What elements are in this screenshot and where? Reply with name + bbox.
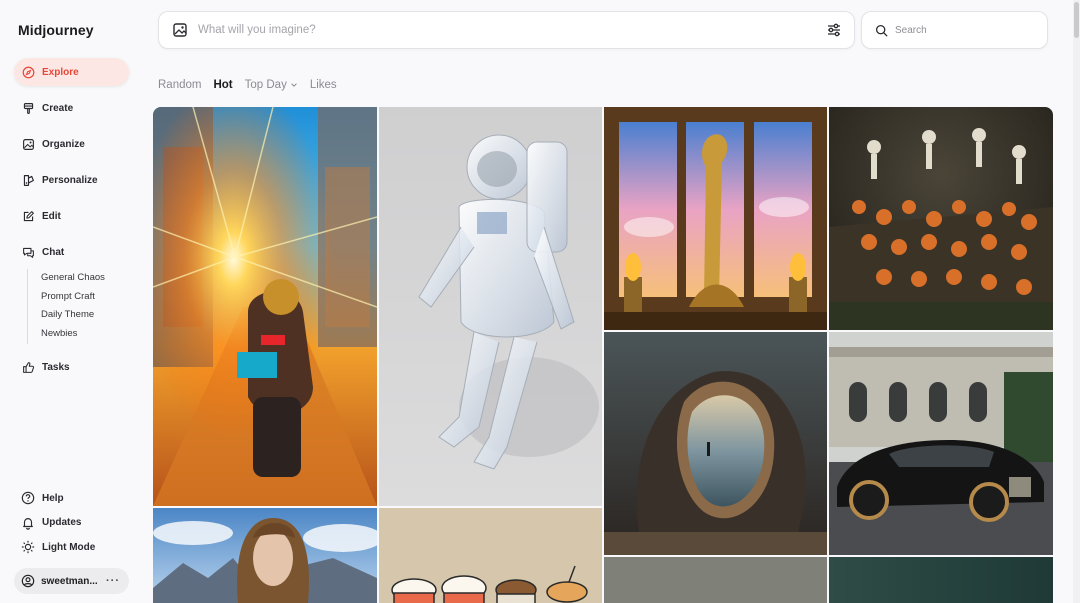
more-options-icon[interactable]: ··· [106,575,120,587]
nav-personalize[interactable]: Personalize [14,166,129,194]
nav-label: Explore [42,66,79,78]
sidebar-bottom: Help Updates Light Mode [14,486,129,560]
nav-label: Organize [42,138,85,150]
nav-edit[interactable]: Edit [14,202,129,230]
nav-label: Chat [42,246,65,258]
tab-likes[interactable]: Likes [310,79,337,91]
sun-icon [20,540,35,555]
page-scrollbar[interactable] [1073,0,1080,603]
personalize-icon [21,173,35,187]
nav-organize[interactable]: Organize [14,130,129,158]
user-avatar-icon [21,574,35,588]
brush-icon [21,101,35,115]
username: sweetman... [41,575,98,587]
sidebar: Midjourney Explore Create Organize Perso… [0,0,145,603]
gallery-image-portrait[interactable] [153,508,377,603]
compass-icon [21,65,35,79]
help-label: Help [42,492,64,504]
bell-icon [20,515,35,530]
tasks-section: Tasks [14,353,129,389]
search-box[interactable] [861,11,1048,49]
chat-rooms: General Chaos Prompt Craft Daily Theme N… [27,269,105,344]
imagine-input[interactable] [198,24,798,36]
gallery-image-skeletons[interactable] [829,107,1053,330]
image-upload-icon[interactable] [172,22,188,38]
search-icon [875,24,888,37]
thumbs-up-icon [21,360,35,374]
nav-create[interactable]: Create [14,94,129,122]
gallery-image-head-portal[interactable] [604,332,827,555]
gallery-image-dragon[interactable] [604,107,827,330]
tab-hot[interactable]: Hot [213,79,232,91]
light-mode-label: Light Mode [42,541,96,553]
gallery-image-luxury-car[interactable] [829,332,1053,555]
tab-top-day-label: Top Day [244,79,287,91]
chat-room-prompt-craft[interactable]: Prompt Craft [41,288,105,307]
settings-sliders-icon[interactable] [826,22,842,38]
chat-room-general-chaos[interactable]: General Chaos [41,269,105,288]
gallery-image-stone[interactable] [604,557,827,603]
updates-label: Updates [42,517,82,529]
explore-tabs: Random Hot Top Day Likes [158,79,349,91]
gallery-image-cupcakes[interactable] [379,508,602,603]
nav-chat[interactable]: Chat [14,238,129,266]
chat-icon [21,245,35,259]
app-root: Midjourney Explore Create Organize Perso… [0,0,1080,603]
nav-explore[interactable]: Explore [14,58,129,86]
image-icon [21,137,35,151]
chat-room-daily-theme[interactable]: Daily Theme [41,306,105,325]
image-gallery [153,107,1053,603]
chevron-down-icon [291,83,297,87]
nav-label: Personalize [42,174,98,186]
search-input[interactable] [895,24,1035,36]
nav-label: Edit [42,210,61,222]
nav-label: Create [42,102,74,114]
scrollbar-thumb[interactable] [1074,2,1079,38]
chat-room-newbies[interactable]: Newbies [41,325,105,344]
main-nav: Explore Create Organize Personalize Edit… [14,58,129,274]
updates-link[interactable]: Updates [14,511,129,536]
gallery-image-water[interactable] [829,557,1053,603]
brand-logo[interactable]: Midjourney [18,22,94,38]
user-profile[interactable]: sweetman... ··· [14,568,129,594]
edit-icon [21,209,35,223]
help-icon [20,491,35,506]
tab-random[interactable]: Random [158,79,201,91]
gallery-image-motorcycle[interactable] [153,107,377,506]
tab-top-day[interactable]: Top Day [245,79,298,91]
light-mode-toggle[interactable]: Light Mode [14,535,129,560]
help-link[interactable]: Help [14,486,129,511]
gallery-image-astronaut[interactable] [379,107,602,506]
nav-tasks[interactable]: Tasks [14,353,129,381]
nav-label: Tasks [42,361,70,373]
imagine-bar[interactable] [158,11,855,49]
